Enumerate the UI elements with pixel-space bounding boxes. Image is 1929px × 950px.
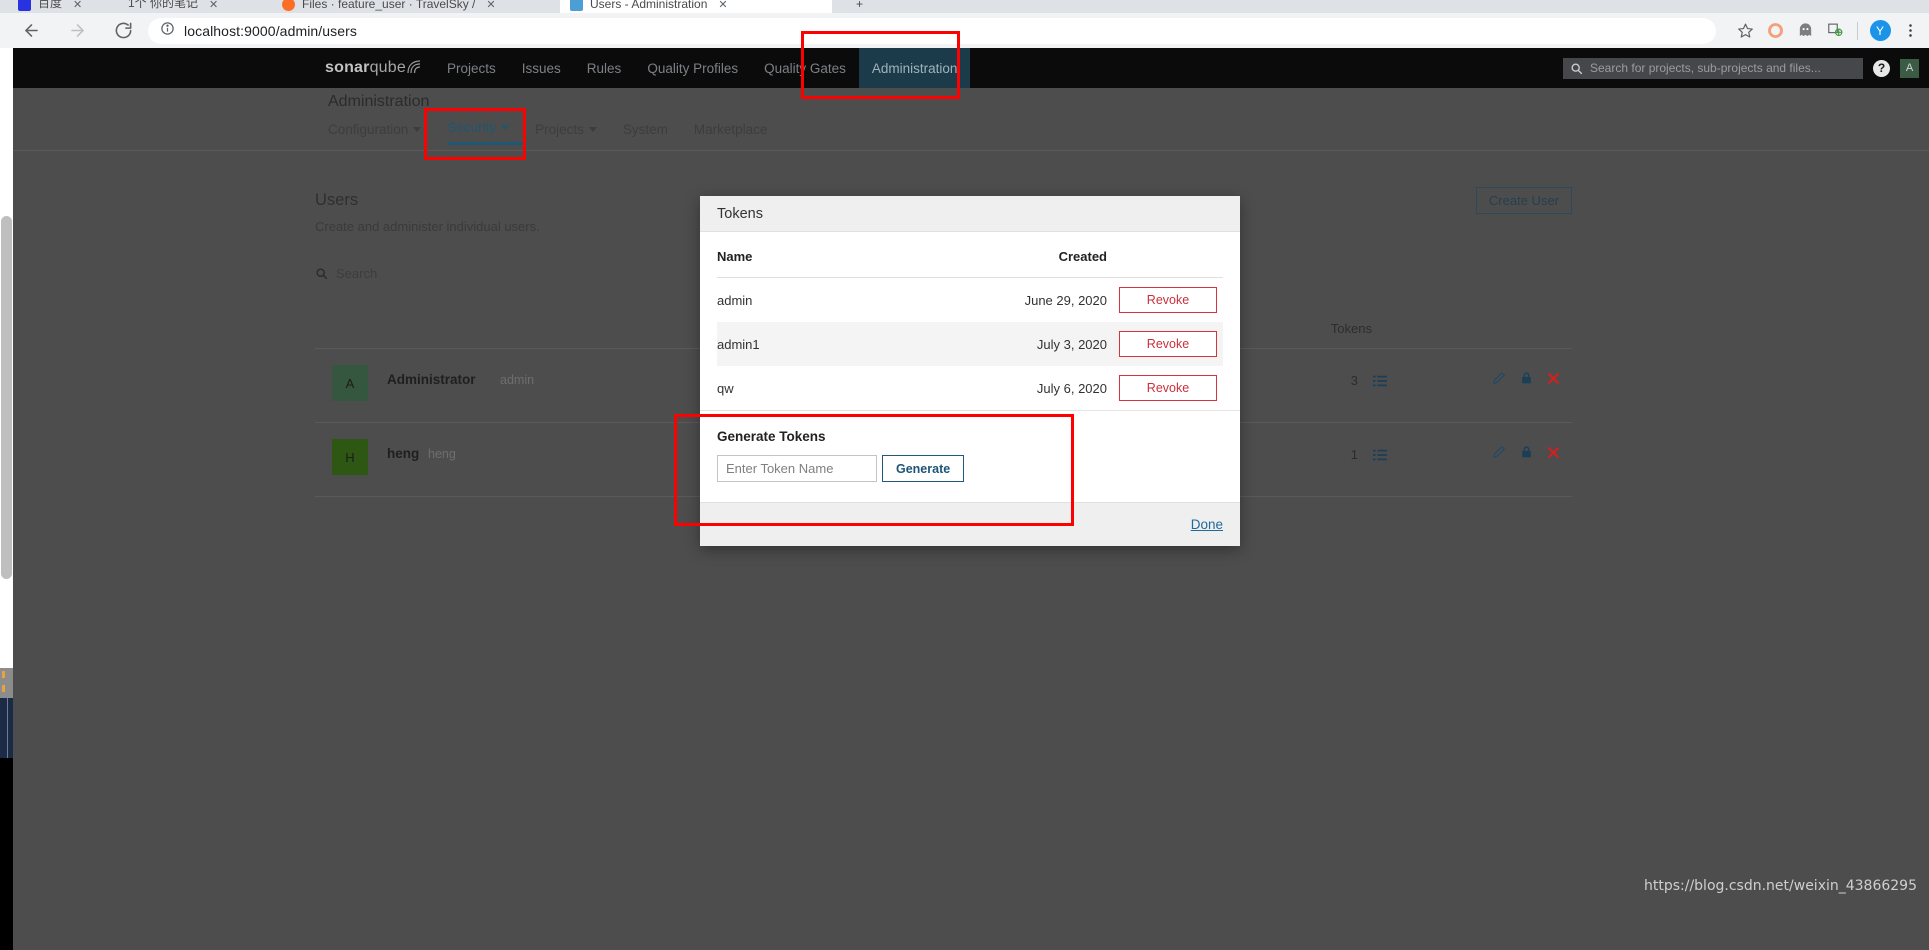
column-header-name: Name	[717, 232, 842, 278]
tab-title: 1个 你的笔记	[128, 0, 198, 11]
browser-menu-icon[interactable]	[1895, 16, 1925, 46]
toolbar-divider	[1857, 22, 1858, 40]
bookmark-star-icon[interactable]	[1730, 16, 1760, 46]
profile-initial: Y	[1870, 20, 1891, 41]
column-header-created: Created	[842, 232, 1119, 278]
tab-favicon	[570, 0, 583, 11]
revoke-button[interactable]: Revoke	[1119, 375, 1217, 401]
modal-header: Tokens	[700, 196, 1240, 232]
profile-avatar[interactable]: Y	[1865, 16, 1895, 46]
tokens-table-header-row: Name Created	[717, 232, 1223, 278]
token-row: qw July 6, 2020 Revoke	[717, 366, 1223, 410]
site-info-icon[interactable]	[160, 21, 175, 41]
revoke-button[interactable]: Revoke	[1119, 287, 1217, 313]
token-row: admin1 July 3, 2020 Revoke	[717, 322, 1223, 366]
browser-toolbar: localhost:9000/admin/users Y	[0, 13, 1929, 48]
token-created: June 29, 2020	[842, 278, 1119, 323]
tab-favicon	[282, 0, 295, 11]
browser-tab-1[interactable]: 1个 你的笔记 ✕	[118, 0, 278, 13]
token-name: admin	[717, 278, 842, 323]
new-tab-label: +	[856, 0, 863, 11]
tab-title: 百度	[38, 0, 62, 11]
left-edge-strip	[0, 48, 13, 902]
modal-footer: Done	[700, 502, 1240, 546]
left-artifact-c	[0, 758, 13, 950]
tab-close-icon[interactable]: ✕	[718, 0, 727, 11]
generate-tokens-heading: Generate Tokens	[717, 429, 1223, 444]
address-bar[interactable]: localhost:9000/admin/users	[148, 18, 1716, 44]
tab-title: Files · feature_user · TravelSky /	[302, 0, 475, 11]
left-artifact-b	[0, 698, 13, 758]
browser-chrome: 百度 ✕ 1个 你的笔记 ✕ Files · feature_user · Tr…	[0, 0, 1929, 48]
new-tab-button[interactable]: +	[846, 0, 876, 13]
generate-tokens-section: Generate Tokens Generate	[700, 410, 1240, 502]
browser-tabstrip: 百度 ✕ 1个 你的笔记 ✕ Files · feature_user · Tr…	[0, 0, 1929, 13]
column-header-actions	[1119, 232, 1223, 278]
token-created: July 6, 2020	[842, 366, 1119, 410]
token-action-cell: Revoke	[1119, 322, 1223, 366]
page-scrollbar-thumb[interactable]	[1, 216, 12, 579]
modal-title: Tokens	[717, 206, 763, 222]
tab-close-icon[interactable]: ✕	[486, 0, 495, 11]
token-created: July 3, 2020	[842, 322, 1119, 366]
browser-tab-2[interactable]: Files · feature_user · TravelSky / ✕	[272, 0, 558, 13]
forward-button[interactable]	[60, 14, 94, 48]
page-viewport: sonarqube Projects Issues Rules Quality …	[13, 48, 1929, 902]
tokens-modal: Tokens Name Created admin June 29,	[700, 196, 1240, 546]
toolbar-icon-group: Y	[1730, 16, 1925, 46]
back-button[interactable]	[14, 14, 48, 48]
token-action-cell: Revoke	[1119, 366, 1223, 410]
ghost-shield-icon[interactable]	[1790, 16, 1820, 46]
token-row: admin June 29, 2020 Revoke	[717, 278, 1223, 323]
tab-favicon	[18, 0, 31, 11]
done-link[interactable]: Done	[1191, 517, 1223, 532]
generate-button[interactable]: Generate	[882, 455, 964, 482]
token-name: admin1	[717, 322, 842, 366]
translate-icon[interactable]	[1820, 16, 1850, 46]
tab-close-icon[interactable]: ✕	[209, 0, 218, 11]
watermark: https://blog.csdn.net/weixin_43866295	[1644, 878, 1917, 894]
token-action-cell: Revoke	[1119, 278, 1223, 323]
opera-ring-icon[interactable]	[1760, 16, 1790, 46]
token-name-input[interactable]	[717, 455, 877, 482]
address-bar-url: localhost:9000/admin/users	[184, 23, 357, 39]
tab-close-icon[interactable]: ✕	[73, 0, 82, 11]
revoke-button[interactable]: Revoke	[1119, 331, 1217, 357]
tokens-table: Name Created admin June 29, 2020 Revoke	[717, 232, 1223, 410]
token-name: qw	[717, 366, 842, 410]
modal-body: Name Created admin June 29, 2020 Revoke	[700, 232, 1240, 410]
generate-tokens-row: Generate	[717, 455, 1223, 482]
modal-overlay: Tokens Name Created admin June 29,	[13, 48, 1929, 902]
left-artifact-a	[0, 668, 13, 698]
tab-title: Users - Administration	[590, 0, 707, 11]
reload-button[interactable]	[106, 14, 140, 48]
browser-tab-3[interactable]: Users - Administration ✕	[560, 0, 832, 13]
